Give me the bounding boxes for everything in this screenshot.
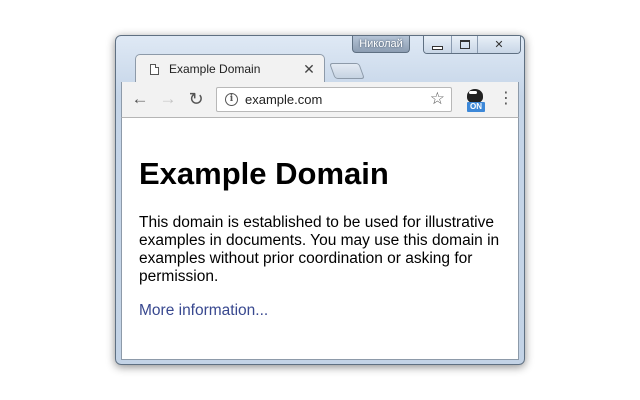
bookmark-star-icon[interactable]: ☆ (430, 89, 445, 109)
page-icon (150, 63, 159, 75)
address-bar[interactable]: i example.com ☆ (216, 87, 452, 112)
close-window-button[interactable]: ✕ (477, 36, 520, 53)
tab-close-button[interactable]: ✕ (302, 61, 316, 78)
tab-example-domain[interactable]: Example Domain ✕ (135, 54, 325, 82)
new-tab-button[interactable] (329, 63, 365, 79)
more-information-link[interactable]: More information... (139, 302, 268, 320)
extension-on-badge: ON (467, 102, 485, 112)
maximize-button[interactable] (451, 36, 477, 53)
tab-title: Example Domain (169, 62, 261, 76)
close-icon: ✕ (494, 39, 504, 51)
forward-button[interactable]: → (158, 89, 178, 109)
info-icon[interactable]: i (225, 93, 238, 106)
extension-icon-detail (469, 91, 477, 94)
page-viewport: Example Domain This domain is establishe… (121, 118, 519, 360)
minimize-button[interactable] (424, 36, 451, 53)
extension-button[interactable]: ON (463, 87, 487, 113)
maximize-icon (459, 40, 470, 49)
browser-window: Николай ✕ Example Domain ✕ ← → ↻ i examp… (115, 35, 525, 365)
profile-button[interactable]: Николай (352, 36, 410, 53)
url-text[interactable]: example.com (245, 92, 322, 107)
minimize-icon (432, 45, 443, 50)
page-heading: Example Domain (139, 156, 389, 191)
reload-button[interactable]: ↻ (186, 89, 206, 109)
window-controls: ✕ (423, 36, 521, 54)
page-paragraph: This domain is established to be used fo… (139, 214, 500, 285)
menu-button[interactable]: ⋮ (498, 89, 514, 109)
toolbar: ← → ↻ i example.com ☆ ON ⋮ (121, 82, 519, 118)
back-button[interactable]: ← (130, 89, 150, 109)
